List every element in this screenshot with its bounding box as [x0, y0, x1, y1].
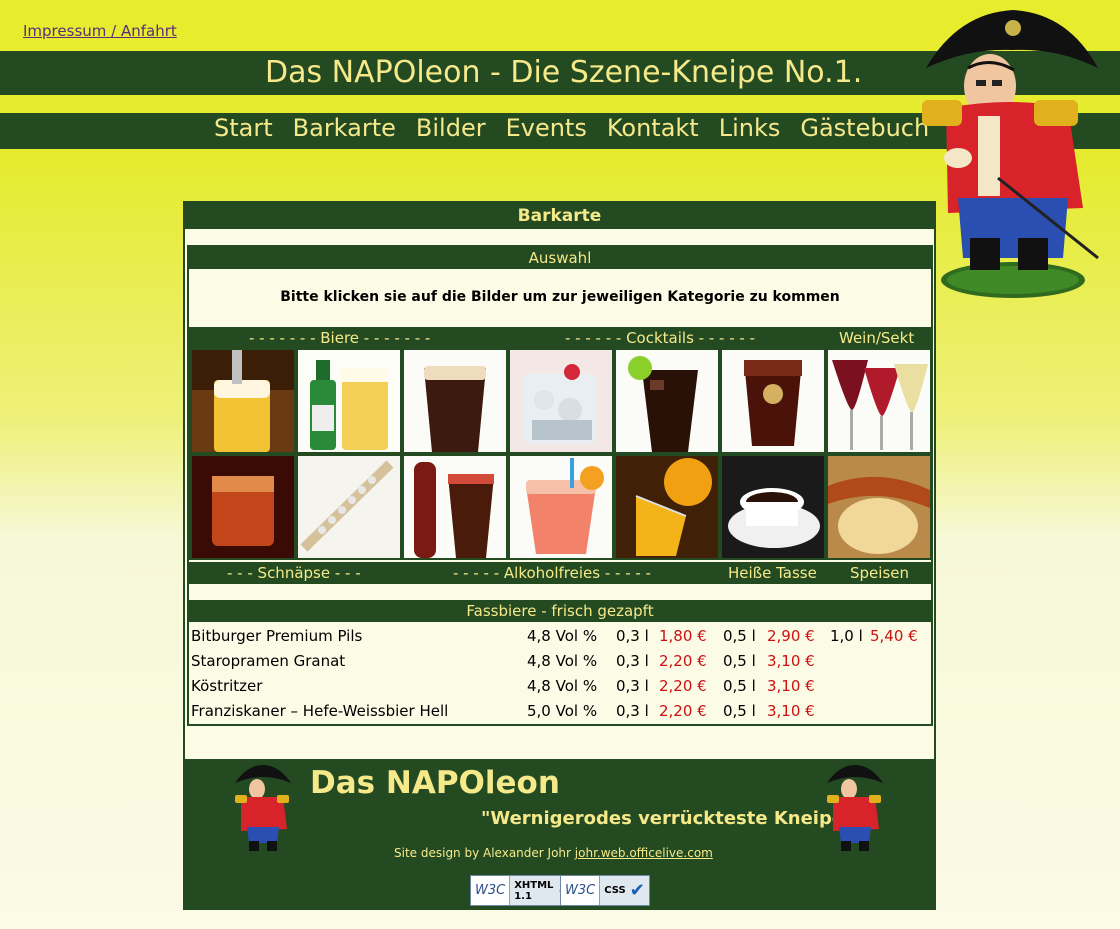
- napoleon-mascot: [922, 10, 1099, 298]
- footer-slogan: "Wernigerodes verrückteste Kneipe": [481, 808, 854, 829]
- photo-glass-dark[interactable]: [722, 350, 824, 452]
- table-row: Staropramen Granat 4,8 Vol % 0,3 l 2,20 …: [189, 649, 931, 674]
- nav-events[interactable]: Events: [496, 114, 597, 142]
- selection-heading: Auswahl: [189, 247, 931, 269]
- category-schnaepse[interactable]: - - - Schnäpse - - -: [227, 564, 361, 582]
- draft-beer-table: Bitburger Premium Pils 4,8 Vol % 0,3 l 1…: [189, 624, 931, 724]
- draft-beer-heading: Fassbiere - frisch gezapft: [189, 600, 931, 622]
- barkarte-heading: Barkarte: [185, 203, 934, 229]
- beer-abv: 4,8 Vol %: [527, 627, 598, 645]
- category-cocktails[interactable]: - - - - - - Cocktails - - - - - -: [565, 329, 755, 347]
- impressum-link[interactable]: Impressum / Anfahrt: [23, 22, 177, 40]
- table-row: Bitburger Premium Pils 4,8 Vol % 0,3 l 1…: [189, 624, 931, 649]
- w3c-css-badge[interactable]: W3C CSS ✔: [560, 875, 650, 906]
- photo-coffee-cup[interactable]: [722, 456, 824, 558]
- category-speisen[interactable]: Speisen: [850, 564, 909, 582]
- table-row: Köstritzer 4,8 Vol % 0,3 l 2,20 € 0,5 l …: [189, 674, 931, 699]
- price-1: 2,20 €: [659, 652, 707, 670]
- w3c-logo: W3C: [561, 876, 601, 905]
- category-alkoholfreies[interactable]: - - - - - Alkoholfreies - - - - -: [453, 564, 651, 582]
- footer: Das NAPOleon "Wernigerodes verrückteste …: [183, 761, 936, 910]
- photo-becks-bottle[interactable]: [298, 350, 400, 452]
- size-1: 0,3 l: [616, 652, 649, 670]
- photo-shot-board[interactable]: [298, 456, 400, 558]
- price-2: 3,10 €: [767, 702, 815, 720]
- site-title: Das NAPOleon - Die Szene-Kneipe No.1.: [265, 55, 863, 90]
- beer-abv: 4,8 Vol %: [527, 652, 598, 670]
- size-2: 0,5 l: [723, 652, 756, 670]
- price-1: 1,80 €: [659, 627, 707, 645]
- size-2: 0,5 l: [723, 627, 756, 645]
- size-3: 1,0 l: [830, 627, 863, 645]
- css-badge-text: CSS: [604, 885, 626, 896]
- napoleon-mascot-left: [235, 765, 291, 851]
- credit-link[interactable]: johr.web.officelive.com: [575, 846, 713, 860]
- category-photo-grid: [189, 348, 931, 560]
- photo-wine-glasses[interactable]: [828, 350, 930, 452]
- photo-schnaps-glass[interactable]: [192, 456, 294, 558]
- napoleon-mascot-right: [827, 765, 883, 851]
- selection-panel: Auswahl Bitte klicken sie auf die Bilder…: [187, 245, 933, 726]
- size-1: 0,3 l: [616, 702, 649, 720]
- nav-links[interactable]: Links: [709, 114, 791, 142]
- credit-text: Site design by Alexander Johr: [394, 846, 571, 860]
- table-row: Franziskaner – Hefe-Weissbier Hell 5,0 V…: [189, 699, 931, 724]
- photo-cola-lime[interactable]: [616, 350, 718, 452]
- xhtml-version: 1.1: [514, 890, 532, 902]
- category-wein-sekt[interactable]: Wein/Sekt: [839, 329, 914, 347]
- price-2: 3,10 €: [767, 677, 815, 695]
- price-3: 5,40 €: [870, 627, 918, 645]
- size-2: 0,5 l: [723, 702, 756, 720]
- size-1: 0,3 l: [616, 677, 649, 695]
- xhtml-label: XHTML: [514, 879, 554, 891]
- beer-abv: 4,8 Vol %: [527, 677, 598, 695]
- photo-fruit-drink[interactable]: [510, 456, 612, 558]
- nav-gaestebuch[interactable]: Gästebuch: [790, 114, 939, 142]
- photo-beer-tap[interactable]: [192, 350, 294, 452]
- xhtml-badge-text: XHTML 1.1: [510, 880, 557, 902]
- beer-name: Staropramen Granat: [191, 652, 346, 670]
- category-heisse-tasse[interactable]: Heiße Tasse: [728, 564, 817, 582]
- category-labels-bottom: - - - Schnäpse - - - - - - - - Alkoholfr…: [189, 562, 931, 584]
- beer-name: Köstritzer: [191, 677, 263, 695]
- barkarte-panel: Barkarte Auswahl Bitte klicken sie auf d…: [183, 201, 936, 761]
- instruction-text: Bitte klicken sie auf die Bilder um zur …: [280, 289, 840, 305]
- nav-kontakt[interactable]: Kontakt: [597, 114, 709, 142]
- size-2: 0,5 l: [723, 677, 756, 695]
- main-nav: Start Barkarte Bilder Events Kontakt Lin…: [204, 114, 939, 142]
- w3c-logo: W3C: [471, 876, 511, 905]
- nav-barkarte[interactable]: Barkarte: [283, 114, 406, 142]
- footer-credit: Site design by Alexander Johr johr.web.o…: [394, 846, 713, 860]
- price-2: 3,10 €: [767, 652, 815, 670]
- beer-name: Bitburger Premium Pils: [191, 627, 363, 645]
- photo-orange-juice[interactable]: [616, 456, 718, 558]
- footer-title: Das NAPOleon: [310, 765, 560, 801]
- beer-name: Franziskaner – Hefe-Weissbier Hell: [191, 702, 449, 720]
- category-labels-top: - - - - - - - Biere - - - - - - - - - - …: [189, 327, 931, 349]
- price-1: 2,20 €: [659, 702, 707, 720]
- photo-dark-beer[interactable]: [404, 350, 506, 452]
- photo-cocktail-ice[interactable]: [510, 350, 612, 452]
- photo-sausage-bun[interactable]: [828, 456, 930, 558]
- checkmark-icon: ✔: [629, 880, 645, 901]
- size-1: 0,3 l: [616, 627, 649, 645]
- price-1: 2,20 €: [659, 677, 707, 695]
- category-biere[interactable]: - - - - - - - Biere - - - - - - -: [249, 329, 430, 347]
- price-2: 2,90 €: [767, 627, 815, 645]
- nav-start[interactable]: Start: [204, 114, 283, 142]
- photo-cola-bottle[interactable]: [404, 456, 506, 558]
- nav-bilder[interactable]: Bilder: [406, 114, 496, 142]
- beer-abv: 5,0 Vol %: [527, 702, 598, 720]
